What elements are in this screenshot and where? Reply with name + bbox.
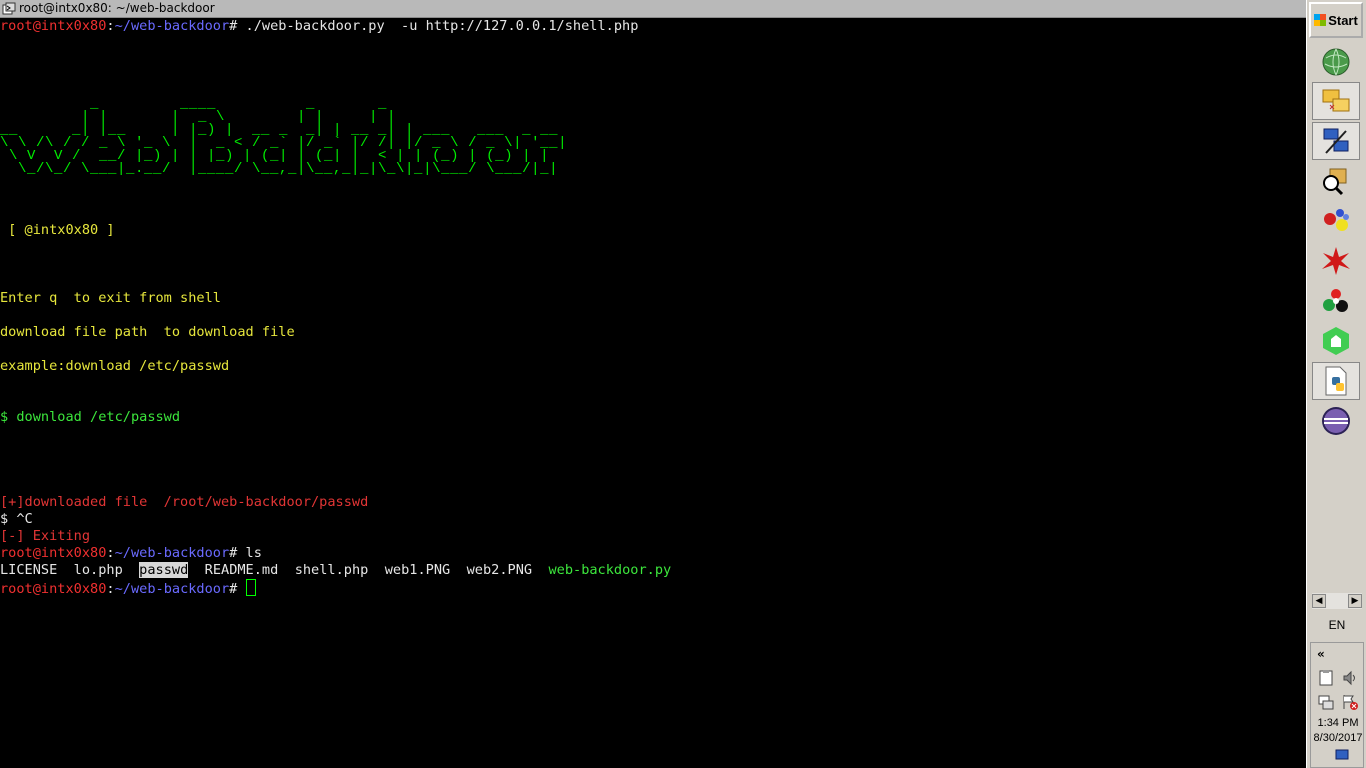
- network-icon[interactable]: [1312, 43, 1360, 81]
- tray-expand-icon[interactable]: «: [1317, 647, 1325, 661]
- prompt-user: root@intx0x80: [0, 18, 107, 34]
- start-label: Start: [1328, 12, 1358, 28]
- file-item-selected: passwd: [139, 562, 189, 578]
- prompt-hash: #: [229, 581, 246, 597]
- scroll-right-icon[interactable]: ▶: [1348, 594, 1362, 608]
- network-status-icon[interactable]: [1317, 693, 1335, 711]
- clock-time[interactable]: 1:34 PM: [1311, 717, 1365, 729]
- command-download: $ download /etc/passwd: [0, 409, 181, 425]
- prompt-separator: :: [106, 18, 115, 34]
- action-center-alert-icon[interactable]: [1341, 693, 1359, 711]
- search-package-icon[interactable]: [1312, 162, 1360, 200]
- colored-balls-icon[interactable]: [1312, 282, 1360, 320]
- python-file-icon[interactable]: [1312, 362, 1360, 400]
- help-download: download file path to download file: [0, 324, 295, 340]
- window-title: root@intx0x80: ~/web-backdoor: [19, 1, 215, 15]
- start-button[interactable]: Start: [1309, 2, 1363, 38]
- file-item: web2.PNG: [466, 562, 533, 578]
- show-desktop-icon[interactable]: [1335, 749, 1349, 761]
- windows-flag-icon: [1314, 14, 1327, 26]
- author-tag: [ @intx0x80 ]: [0, 222, 115, 238]
- command-text: ./web-backdoor.py -u http://127.0.0.1/sh…: [245, 18, 639, 34]
- prompt-user: root@intx0x80: [0, 581, 107, 597]
- prompt-path: ~/web-backdoor: [114, 581, 230, 597]
- system-tray: « 1:34 PM 8/30/2017: [1310, 642, 1364, 768]
- prompt-separator: :: [106, 581, 115, 597]
- taskbar: Start ◀ ▶ EN « 1:34 PM 8/30/2017: [1306, 0, 1366, 768]
- file-item: LICENSE: [0, 562, 58, 578]
- file-item: README.md: [204, 562, 279, 578]
- network-config-icon[interactable]: [1312, 122, 1360, 160]
- ls-output: LICENSE lo.php passwd README.md shell.ph…: [0, 562, 671, 579]
- language-indicator[interactable]: EN: [1307, 618, 1366, 632]
- help-exit: Enter q to exit from shell: [0, 290, 221, 306]
- interrupt-line: $ ^C: [0, 511, 33, 527]
- folder-sync-icon[interactable]: [1312, 82, 1360, 120]
- red-splat-icon[interactable]: [1312, 242, 1360, 280]
- prompt-path: ~/web-backdoor: [114, 18, 230, 34]
- file-item: lo.php: [73, 562, 123, 578]
- help-example: example:download /etc/passwd: [0, 358, 230, 374]
- prompt-hash: #: [229, 18, 246, 34]
- file-item: shell.php: [294, 562, 369, 578]
- file-item-executable: web-backdoor.py: [548, 562, 672, 578]
- prompt-user: root@intx0x80: [0, 545, 107, 561]
- ascii-banner: _ ____ _ _ | | | _ \ | | | | __ _| |__ |…: [0, 97, 567, 177]
- prompt-separator: :: [106, 545, 115, 561]
- text-cursor[interactable]: [245, 579, 256, 596]
- command-line-current[interactable]: root@intx0x80:~/web-backdoor#: [0, 579, 256, 598]
- command-line-1: root@intx0x80:~/web-backdoor# ./web-back…: [0, 18, 638, 35]
- qt-creator-icon[interactable]: [1312, 322, 1360, 360]
- terminal-titlebar[interactable]: root@intx0x80: ~/web-backdoor: [0, 0, 1306, 18]
- taskbar-scrollbar[interactable]: ◀ ▶: [1312, 593, 1362, 609]
- prompt-path: ~/web-backdoor: [114, 545, 230, 561]
- command-text: ls: [245, 545, 262, 561]
- file-item: web1.PNG: [384, 562, 451, 578]
- terminal-output[interactable]: root@intx0x80:~/web-backdoor# ./web-back…: [0, 18, 1306, 768]
- banner-line: \_/\_/ \___|_.__/ |____/ \__,_|\__,_|_|\…: [0, 161, 559, 177]
- eclipse-icon[interactable]: [1312, 402, 1360, 440]
- download-result: [+]downloaded file /root/web-backdoor/pa…: [0, 494, 369, 510]
- clock-date[interactable]: 8/30/2017: [1311, 732, 1365, 744]
- exiting-line: [-] Exiting: [0, 528, 91, 544]
- clipboard-icon[interactable]: [1317, 669, 1335, 687]
- terminal-icon: [2, 2, 16, 14]
- command-line-ls: root@intx0x80:~/web-backdoor# ls: [0, 545, 262, 562]
- scroll-left-icon[interactable]: ◀: [1312, 594, 1326, 608]
- prompt-hash: #: [229, 545, 246, 561]
- speaker-icon[interactable]: [1341, 669, 1359, 687]
- molecule-icon[interactable]: [1312, 202, 1360, 240]
